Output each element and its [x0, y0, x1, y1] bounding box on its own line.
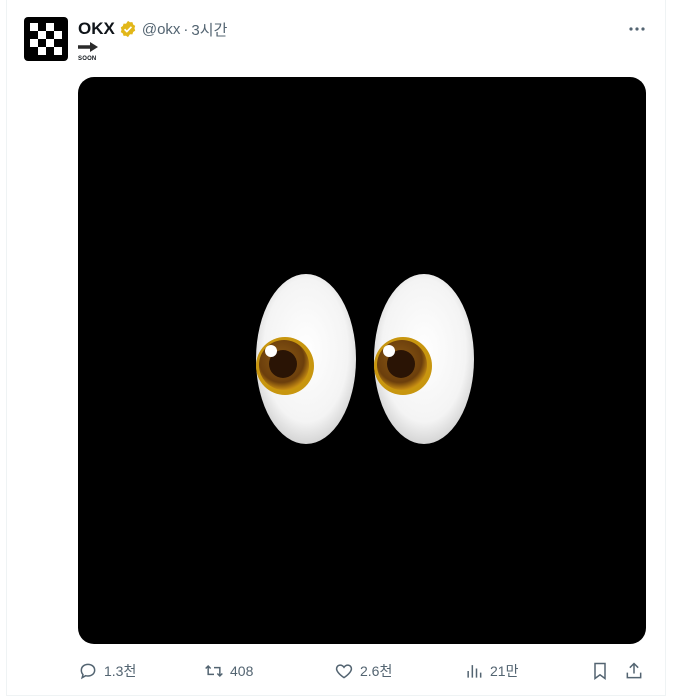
views-button[interactable]: 21만 [464, 656, 518, 686]
analytics-icon [467, 665, 482, 678]
soon-label: SOON [78, 56, 97, 62]
author-name[interactable]: OKX [78, 19, 115, 39]
okx-logo-square [54, 31, 62, 39]
more-options-button[interactable] [624, 16, 650, 42]
separator-dot: · [183, 20, 189, 38]
tweet-header: OKX @okx · 3시간 [78, 18, 227, 40]
retweet-icon [205, 664, 223, 678]
share-button[interactable] [624, 656, 644, 686]
okx-logo-square [54, 47, 62, 55]
okx-logo-square [46, 39, 54, 47]
tweet-media[interactable] [78, 77, 646, 644]
more-horizontal-icon [629, 27, 645, 31]
tweet-timestamp[interactable]: 3시간 [191, 19, 227, 40]
okx-logo-square [38, 47, 46, 55]
bookmark-button[interactable] [590, 656, 610, 686]
reply-count: 1.3천 [104, 663, 137, 679]
tweet-text: SOON [78, 42, 108, 66]
retweet-count: 408 [230, 663, 254, 679]
right-eye [374, 274, 474, 444]
views-count: 21만 [490, 663, 519, 679]
avatar[interactable] [24, 17, 68, 61]
eyes-emoji-icon [256, 274, 474, 444]
author-handle[interactable]: @okx [142, 21, 181, 38]
left-eye [256, 274, 356, 444]
right-arrow-icon [78, 42, 98, 52]
heart-icon [335, 664, 353, 679]
okx-logo-square [38, 31, 46, 39]
like-count: 2.6천 [360, 663, 393, 679]
reply-icon [80, 663, 96, 680]
retweet-button[interactable]: 408 [204, 656, 253, 686]
bookmark-icon [594, 662, 606, 680]
like-button[interactable]: 2.6천 [334, 656, 392, 686]
okx-logo-square [30, 39, 38, 47]
share-icon [626, 662, 642, 679]
tweet-actions: 1.3천 408 2.6천 21만 [0, 656, 674, 686]
okx-logo-square [46, 23, 54, 31]
reply-button[interactable]: 1.3천 [78, 656, 136, 686]
verified-badge-icon [120, 20, 136, 38]
okx-logo-square [30, 23, 38, 31]
